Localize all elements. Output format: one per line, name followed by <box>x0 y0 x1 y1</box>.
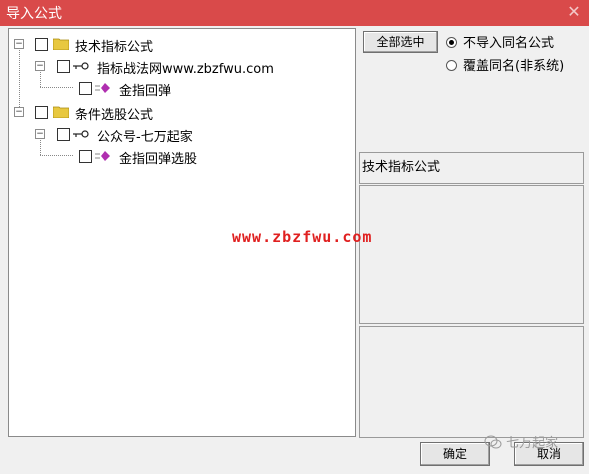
tree-node-label: 技术指标公式 <box>75 40 154 55</box>
formula-icon <box>95 83 110 93</box>
tree-checkbox[interactable] <box>57 60 70 73</box>
radio-label: 不导入同名公式 <box>463 36 555 51</box>
key-icon <box>73 62 89 70</box>
key-icon <box>73 130 89 138</box>
window-title: 导入公式 <box>6 6 62 22</box>
radio-overwrite-duplicates[interactable]: 覆盖同名(非系统) <box>446 55 564 74</box>
corner-watermark: 七万起家 <box>484 432 558 451</box>
corner-watermark-text: 七万起家 <box>506 436 559 451</box>
tree-node-label: 条件选股公式 <box>75 108 154 123</box>
tree-node-formula-rebound-select[interactable]: 金指回弹选股 <box>9 145 349 167</box>
category-label: 技术指标公式 <box>362 160 441 175</box>
parameter-box <box>359 326 584 438</box>
tree-node-label: 指标战法网www.zbzfwu.com <box>97 62 274 77</box>
watermark-text: www.zbzfwu.com <box>232 228 373 246</box>
tree-node-stock-folder[interactable]: − 条件选股公式 <box>9 101 349 123</box>
tree-checkbox[interactable] <box>79 150 92 163</box>
tree-checkbox[interactable] <box>35 38 48 51</box>
title-bar: 导入公式 ✕ <box>0 0 589 26</box>
collapse-icon[interactable]: − <box>35 129 45 139</box>
tree-checkbox[interactable] <box>35 106 48 119</box>
tree-node-indicator-site[interactable]: − 指标战法网www.zbzfwu.com <box>9 55 349 77</box>
tree-node-label: 金指回弹 <box>119 84 172 99</box>
collapse-icon[interactable]: − <box>14 107 24 117</box>
folder-icon <box>53 106 69 118</box>
collapse-icon[interactable]: − <box>35 61 45 71</box>
select-all-button[interactable]: 全部选中 <box>363 31 438 53</box>
description-box <box>359 185 584 324</box>
tree-checkbox[interactable] <box>79 82 92 95</box>
radio-skip-duplicates[interactable]: 不导入同名公式 <box>446 32 554 51</box>
tree-node-public-account[interactable]: − 公众号-七万起家 <box>9 123 349 145</box>
radio-selected-icon <box>446 37 457 48</box>
radio-label: 覆盖同名(非系统) <box>463 59 565 74</box>
tree-node-label: 公众号-七万起家 <box>97 130 193 145</box>
tree-node-tech-folder[interactable]: − 技术指标公式 <box>9 33 349 55</box>
wechat-icon <box>484 435 502 449</box>
formula-icon <box>95 151 110 161</box>
folder-icon <box>53 38 69 50</box>
ok-button[interactable]: 确定 <box>420 442 490 466</box>
tree-node-label: 金指回弹选股 <box>119 152 198 167</box>
tree-checkbox[interactable] <box>57 128 70 141</box>
radio-unselected-icon <box>446 60 457 71</box>
tree-node-formula-rebound[interactable]: 金指回弹 <box>9 77 349 99</box>
category-box: 技术指标公式 <box>359 152 584 184</box>
collapse-icon[interactable]: − <box>14 39 24 49</box>
close-icon[interactable]: ✕ <box>565 2 583 22</box>
